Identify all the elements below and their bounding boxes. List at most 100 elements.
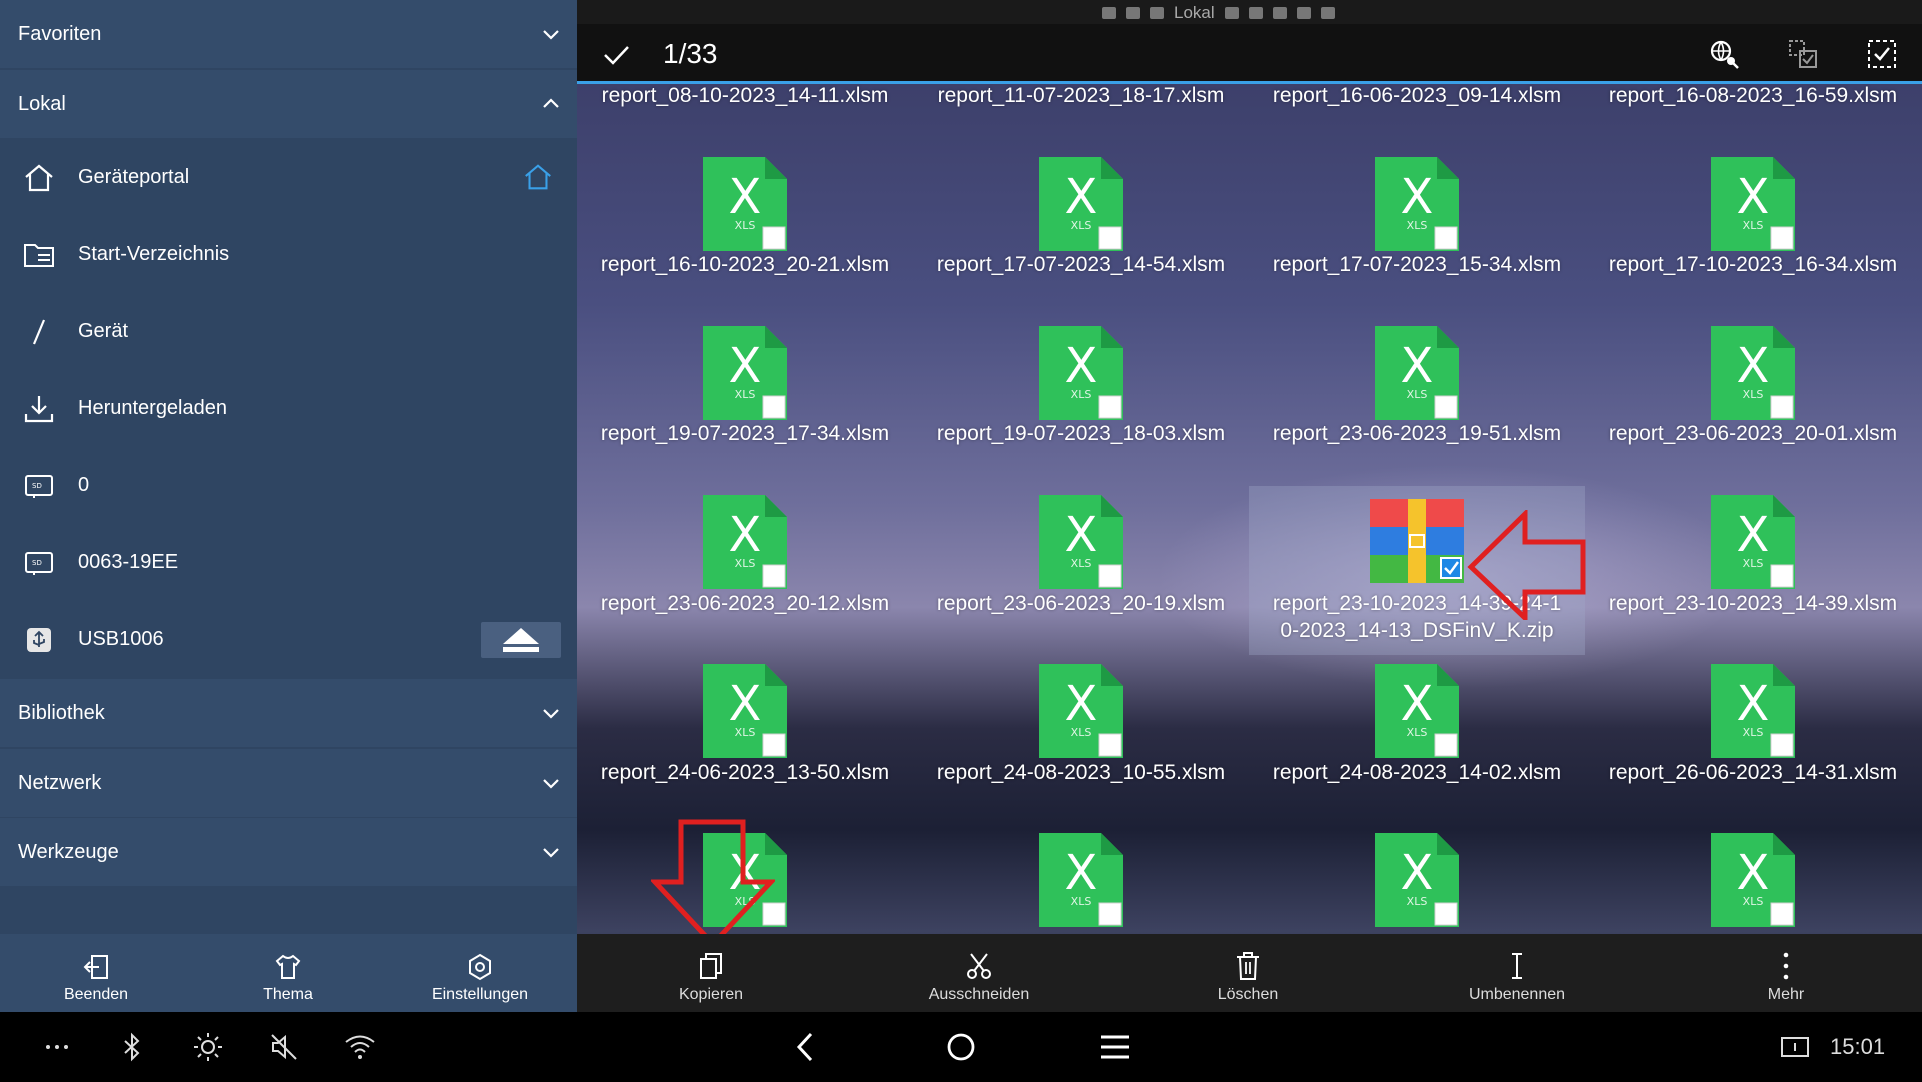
sidebar-item-heruntergeladen[interactable]: Heruntergeladen [0, 370, 577, 447]
file-item[interactable]: report_23-06-2023_20-19.xlsm [913, 590, 1249, 617]
file-name: report_23-06-2023_19-51.xlsm [1272, 422, 1562, 445]
file-item[interactable]: report_24-08-2023_14-02.xlsm [1249, 759, 1585, 786]
copy-button[interactable]: Kopieren [611, 934, 811, 1012]
rename-button[interactable]: Umbenennen [1417, 934, 1617, 1012]
sidebar-item-sd-0063-19ee[interactable]: SD 0063-19EE [0, 524, 577, 601]
sidebar-item-label: USB1006 [78, 628, 164, 650]
invert-selection-icon[interactable] [1787, 38, 1819, 70]
sidebar-item-start-verzeichnis[interactable]: Start-Verzeichnis [0, 216, 577, 293]
eject-button[interactable] [481, 622, 561, 658]
delete-button[interactable]: Löschen [1148, 934, 1348, 1012]
file-item[interactable]: report_19-07-2023_17-34.xlsm [577, 420, 913, 447]
file-item[interactable]: report_24-06-2023_13-50.xlsm [577, 759, 913, 786]
exit-label: Beenden [63, 986, 129, 1003]
sidebar-item-sd-0[interactable]: SD 0 [0, 447, 577, 524]
more-label: Mehr [1767, 986, 1805, 1003]
search-globe-icon[interactable] [1708, 38, 1740, 70]
svg-text:X: X [1401, 845, 1434, 901]
svg-text:XLS: XLS [1743, 726, 1764, 739]
svg-text:X: X [1737, 338, 1770, 394]
file-item[interactable]: report_16-06-2023_09-14.xlsm [1249, 82, 1585, 109]
scissors-icon [967, 953, 991, 979]
svg-text:X: X [729, 169, 762, 225]
cut-button[interactable]: Ausschneiden [879, 934, 1079, 1012]
gear-icon [469, 953, 491, 981]
chevron-down-icon [543, 848, 559, 858]
tshirt-icon [275, 954, 301, 979]
menu-icon[interactable] [1098, 1030, 1132, 1064]
sidebar-item-usb1006[interactable]: USB1006 [0, 601, 577, 678]
excel-file-icon: XXLS [1039, 157, 1123, 251]
svg-text:XLS: XLS [735, 557, 756, 570]
file-item[interactable]: report_17-07-2023_15-34.xlsm [1249, 251, 1585, 278]
sidebar-item-geraeteportal[interactable]: Geräteportal [0, 139, 577, 216]
sidebar-item-label: Heruntergeladen [78, 397, 227, 419]
section-favoriten[interactable]: Favoriten [0, 0, 577, 68]
wifi-icon[interactable] [343, 1030, 377, 1064]
slash-icon [32, 319, 46, 344]
sd-card-icon: SD [25, 551, 53, 575]
text-cursor-icon [1512, 953, 1522, 979]
file-name: report_23-06-2023_20-19.xlsm [936, 592, 1226, 615]
sidebar-item-geraet[interactable]: Gerät [0, 293, 577, 370]
sidebar: Favoriten Lokal Geräteportal Start-Verze… [0, 0, 577, 1012]
section-favoriten-label: Favoriten [18, 22, 102, 45]
excel-file-icon: XXLS [1375, 833, 1459, 927]
bluetooth-icon[interactable] [115, 1030, 149, 1064]
file-item[interactable]: report_16-10-2023_20-21.xlsm [577, 251, 913, 278]
home-icon[interactable] [522, 161, 554, 193]
file-item[interactable]: report_16-08-2023_16-59.xlsm [1585, 82, 1921, 109]
svg-text:XLS: XLS [1743, 557, 1764, 570]
svg-text:XLS: XLS [1071, 895, 1092, 908]
brightness-icon[interactable] [191, 1030, 225, 1064]
file-name: report_26-06-2023_14-31.xlsm [1608, 761, 1898, 784]
excel-file-icon: XXLS [1375, 326, 1459, 420]
file-item[interactable]: report_17-10-2023_16-34.xlsm [1585, 251, 1921, 278]
excel-file-icon: XXLS [1039, 495, 1123, 589]
svg-text:XLS: XLS [735, 219, 756, 232]
file-item[interactable]: report_23-06-2023_20-01.xlsm [1585, 420, 1921, 447]
file-item[interactable]: report_17-07-2023_14-54.xlsm [913, 251, 1249, 278]
file-item[interactable]: report_23-06-2023_19-51.xlsm [1249, 420, 1585, 447]
file-item[interactable]: report_26-06-2023_14-31.xlsm [1585, 759, 1921, 786]
settings-button[interactable]: Einstellungen [384, 934, 576, 1012]
check-icon[interactable] [601, 40, 631, 70]
select-all-icon[interactable] [1866, 38, 1898, 70]
file-item[interactable]: report_23-10-2023_14-39.xlsm [1585, 590, 1921, 617]
file-name: report_17-10-2023_16-34.xlsm [1608, 253, 1898, 276]
more-vertical-icon [1783, 952, 1789, 980]
theme-button[interactable]: Thema [192, 934, 384, 1012]
usb-icon [27, 627, 51, 652]
more-horizontal-icon[interactable] [40, 1030, 74, 1064]
section-netzwerk[interactable]: Netzwerk [0, 749, 577, 817]
more-button[interactable]: Mehr [1686, 934, 1886, 1012]
folder-list-icon [24, 243, 54, 267]
section-bibliothek[interactable]: Bibliothek [0, 679, 577, 747]
annotation-arrow-down-icon [651, 819, 775, 948]
trash-icon [1237, 952, 1259, 980]
svg-text:X: X [1737, 169, 1770, 225]
home-circle-icon[interactable] [944, 1030, 978, 1064]
svg-text:X: X [729, 507, 762, 563]
svg-text:X: X [729, 676, 762, 732]
svg-text:XLS: XLS [735, 726, 756, 739]
chevron-down-icon [543, 709, 559, 719]
mute-icon[interactable] [267, 1030, 301, 1064]
exit-button[interactable]: Beenden [0, 934, 192, 1012]
back-icon[interactable] [789, 1030, 823, 1064]
file-item[interactable]: report_19-07-2023_18-03.xlsm [913, 420, 1249, 447]
window-icon [1224, 7, 1239, 19]
file-item[interactable]: report_11-07-2023_18-17.xlsm [913, 82, 1249, 109]
delete-label: Löschen [1217, 986, 1279, 1003]
screen-icon[interactable] [1780, 1032, 1810, 1062]
file-name: report_16-08-2023_16-59.xlsm [1608, 84, 1898, 107]
file-item[interactable]: report_08-10-2023_14-11.xlsm [577, 82, 913, 109]
file-item[interactable]: report_23-06-2023_20-12.xlsm [577, 590, 913, 617]
cut-label: Ausschneiden [928, 986, 1030, 1003]
svg-text:X: X [1065, 169, 1098, 225]
section-werkzeuge[interactable]: Werkzeuge [0, 818, 577, 886]
section-lokal[interactable]: Lokal [0, 70, 577, 138]
svg-text:XLS: XLS [1743, 895, 1764, 908]
file-name: 0-2023_14-13_DSFinV_K.zip [1280, 619, 1554, 642]
file-item[interactable]: report_24-08-2023_10-55.xlsm [913, 759, 1249, 786]
